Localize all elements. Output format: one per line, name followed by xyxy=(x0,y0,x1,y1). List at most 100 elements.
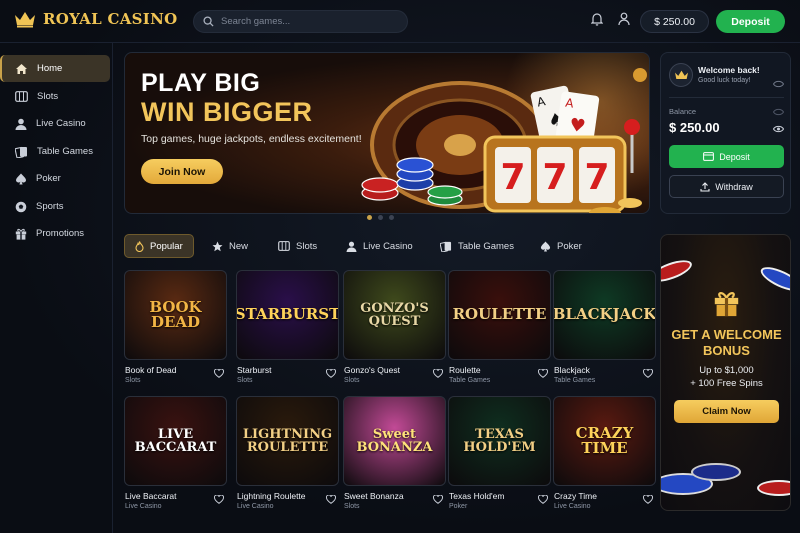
bell-icon[interactable] xyxy=(591,12,603,26)
balance-label: Balance xyxy=(669,107,697,116)
favorite-heart-icon[interactable] xyxy=(433,495,443,504)
game-thumbnail[interactable]: GONZO'S QUEST xyxy=(343,270,446,360)
game-thumbnail[interactable]: BOOK DEAD xyxy=(124,270,227,360)
favorite-heart-icon[interactable] xyxy=(326,369,336,378)
game-category: Live Casino xyxy=(125,503,162,510)
search-bar[interactable] xyxy=(193,10,408,33)
favorite-heart-icon[interactable] xyxy=(643,369,653,378)
sidebar-item-sports[interactable]: Sports xyxy=(0,193,110,220)
tab-slots[interactable]: Slots xyxy=(268,234,327,258)
favorite-heart-icon[interactable] xyxy=(643,495,653,504)
eye-icon[interactable] xyxy=(773,125,784,133)
home-icon xyxy=(16,63,27,74)
tab-live-casino[interactable]: Live Casino xyxy=(336,234,423,258)
welcome-subtitle: Good luck today! xyxy=(698,77,751,84)
reel-digit: 7 xyxy=(584,157,609,198)
hero-banner[interactable]: A ♠ A ♥ 7 7 7 PLAY BIG WIN BIGGER Top ga… xyxy=(124,52,650,214)
user-icon xyxy=(346,241,357,252)
carousel-dot[interactable] xyxy=(378,215,383,220)
tab-table-games[interactable]: Table Games xyxy=(430,234,524,258)
sidebar-item-label: Slots xyxy=(37,91,59,102)
tab-label: Table Games xyxy=(458,240,514,252)
sidebar-item-home[interactable]: Home xyxy=(0,55,110,82)
favorite-heart-icon[interactable] xyxy=(214,495,224,504)
sidebar-item-poker[interactable]: Poker xyxy=(0,165,110,192)
game-thumbnail[interactable]: LIVE BACCARAT xyxy=(124,396,227,486)
tab-label: Live Casino xyxy=(363,240,413,252)
eye-off-icon[interactable] xyxy=(773,80,784,88)
slots-icon xyxy=(15,91,28,102)
game-thumbnail[interactable]: LIGHTNING ROULETTE xyxy=(236,396,339,486)
game-thumbnail[interactable]: STARBURST xyxy=(236,270,339,360)
favorite-heart-icon[interactable] xyxy=(214,369,224,378)
user-icon[interactable] xyxy=(618,12,630,26)
game-thumbnail[interactable]: Sweet BONANZA xyxy=(343,396,446,486)
game-category: Table Games xyxy=(554,377,596,384)
game-card[interactable]: STARBURST Starburst Slots xyxy=(236,270,339,384)
game-card[interactable]: BOOK DEAD Book of Dead Slots xyxy=(124,270,227,384)
favorite-heart-icon[interactable] xyxy=(538,369,548,378)
game-card[interactable]: Sweet BONANZA Sweet Bonanza Slots xyxy=(343,396,446,510)
sidebar-item-table-games[interactable]: Table Games xyxy=(0,138,110,165)
promo-spins: + 100 Free Spins xyxy=(690,378,763,389)
brand-logo[interactable]: ROYAL CASINO xyxy=(14,10,178,28)
hero-casino-illustration: A ♠ A ♥ 7 7 7 xyxy=(361,68,647,213)
chip-decoration xyxy=(661,255,695,287)
upload-icon xyxy=(700,181,710,192)
game-name: Gonzo's Quest xyxy=(344,365,400,375)
crown-icon xyxy=(674,70,688,79)
sidebar-item-label: Table Games xyxy=(37,146,93,157)
soccer-ball-icon xyxy=(15,201,27,212)
deposit-button[interactable]: Deposit xyxy=(669,145,784,168)
avatar xyxy=(669,63,693,87)
top-bar: ROYAL CASINO $ 250.00 Deposit xyxy=(0,0,800,43)
tab-popular[interactable]: Popular xyxy=(124,234,194,258)
brand-name: ROYAL CASINO xyxy=(43,10,178,28)
game-card[interactable]: LIGHTNING ROULETTE Lightning Roulette Live… xyxy=(236,396,339,510)
withdraw-button[interactable]: Withdraw xyxy=(669,175,784,198)
sidebar-nav: Home Slots Live Casino Table Games Poker… xyxy=(0,43,113,533)
join-now-button[interactable]: Join Now xyxy=(141,159,223,184)
game-category: Slots xyxy=(344,503,360,510)
game-thumbnail[interactable]: BLACKJACK xyxy=(553,270,656,360)
game-thumbnail[interactable]: CRAZY TIME xyxy=(553,396,656,486)
game-thumbnail[interactable]: ROULETTE xyxy=(448,270,551,360)
favorite-heart-icon[interactable] xyxy=(538,495,548,504)
promo-title: GET A WELCOME BONUS xyxy=(671,327,782,358)
game-category: Table Games xyxy=(449,377,491,384)
tab-new[interactable]: New xyxy=(202,234,258,258)
carousel-dot[interactable] xyxy=(389,215,394,220)
favorite-heart-icon[interactable] xyxy=(326,495,336,504)
favorite-heart-icon[interactable] xyxy=(433,369,443,378)
deposit-label: Deposit xyxy=(719,151,750,162)
cards-icon xyxy=(440,241,452,252)
sidebar-item-slots[interactable]: Slots xyxy=(0,83,110,110)
sidebar-item-label: Poker xyxy=(36,173,61,184)
welcome-bonus-card[interactable]: GET A WELCOME BONUS Up to $1,000 + 100 F… xyxy=(660,234,791,511)
carousel-dot[interactable] xyxy=(367,215,372,220)
sidebar-item-label: Sports xyxy=(36,201,64,212)
sidebar-item-live-casino[interactable]: Live Casino xyxy=(0,110,110,137)
game-name: Starburst xyxy=(237,365,272,375)
header-deposit-button[interactable]: Deposit xyxy=(716,10,785,33)
gift-icon xyxy=(714,292,739,317)
game-card[interactable]: BLACKJACK Blackjack Table Games xyxy=(553,270,656,384)
claim-now-button[interactable]: Claim Now xyxy=(674,400,779,423)
search-input[interactable] xyxy=(221,16,391,27)
game-card[interactable]: TEXAS HOLD'EM Texas Hold'em Poker xyxy=(448,396,551,510)
header-balance[interactable]: $ 250.00 xyxy=(640,10,709,33)
eye-icon[interactable] xyxy=(773,108,784,116)
hero-title-line2: WIN BIGGER xyxy=(141,97,313,127)
tab-poker[interactable]: Poker xyxy=(530,234,592,258)
game-category: Live Casino xyxy=(237,503,274,510)
sidebar-item-promotions[interactable]: Promotions xyxy=(0,220,110,247)
star-icon xyxy=(212,241,223,251)
reel-digit: 7 xyxy=(500,157,525,198)
game-card[interactable]: CRAZY TIME Crazy Time Live Casino xyxy=(553,396,656,510)
game-card[interactable]: LIVE BACCARAT Live Baccarat Live Casino xyxy=(124,396,227,510)
game-thumbnail[interactable]: TEXAS HOLD'EM xyxy=(448,396,551,486)
spade-icon xyxy=(16,173,26,184)
game-category: Slots xyxy=(125,377,141,384)
game-card[interactable]: ROULETTE Roulette Table Games xyxy=(448,270,551,384)
game-card[interactable]: GONZO'S QUEST Gonzo's Quest Slots xyxy=(343,270,446,384)
